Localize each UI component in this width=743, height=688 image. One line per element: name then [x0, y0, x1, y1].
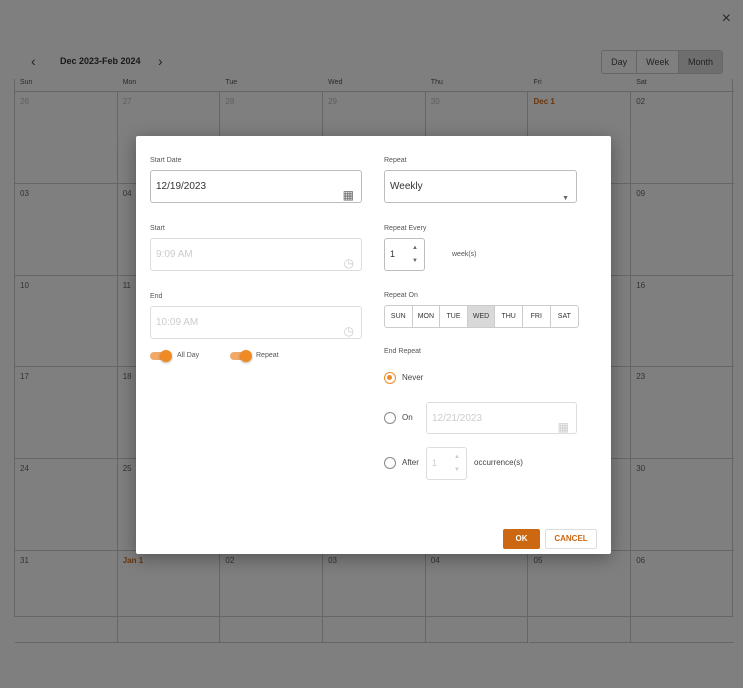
on-radio[interactable]	[384, 412, 396, 424]
chevron-down-icon: ▼	[562, 195, 569, 202]
start-date-value: 12/19/2023	[156, 181, 207, 192]
never-radio[interactable]	[384, 372, 396, 384]
end-time-value: 10:09 AM	[156, 317, 199, 328]
day-fri-button[interactable]: FRI	[523, 306, 551, 327]
end-repeat-label: End Repeat	[384, 348, 421, 355]
repeat-on-label: Repeat On	[384, 292, 418, 299]
never-label: Never	[402, 373, 424, 382]
decrement-icon[interactable]: ▼	[412, 258, 418, 264]
calendar-icon[interactable]: ▦	[343, 180, 354, 211]
repeat-select[interactable]: Weekly ▼	[384, 170, 577, 203]
after-occurrence-stepper[interactable]: 1 ▲ ▼	[426, 447, 467, 480]
on-date-field[interactable]: 12/21/2023 ▦	[426, 402, 577, 434]
toggle-knob	[240, 350, 252, 362]
on-date-value: 12/21/2023	[432, 413, 483, 424]
ok-button[interactable]: OK	[503, 529, 540, 549]
start-date-label: Start Date	[150, 157, 182, 164]
repeat-every-stepper[interactable]: 1 ▲ ▼	[384, 238, 425, 271]
all-day-label: All Day	[177, 352, 200, 359]
end-time-field[interactable]: 10:09 AM ◷	[150, 306, 362, 339]
repeat-every-label: Repeat Every	[384, 225, 427, 232]
start-date-field[interactable]: 12/19/2023 ▦	[150, 170, 362, 203]
start-time-field[interactable]: 9:09 AM ◷	[150, 238, 362, 271]
day-sun-button[interactable]: SUN	[385, 306, 413, 327]
repeat-toggle-label: Repeat	[256, 352, 279, 359]
repeat-toggle[interactable]	[230, 350, 252, 362]
on-label: On	[402, 413, 413, 422]
day-mon-button[interactable]: MON	[413, 306, 441, 327]
end-time-label: End	[150, 293, 163, 300]
repeat-every-unit: week(s)	[452, 251, 477, 258]
calendar-icon: ▦	[557, 420, 569, 434]
increment-icon[interactable]: ▲	[454, 454, 460, 460]
decrement-icon[interactable]: ▼	[454, 467, 460, 473]
after-label: After	[402, 458, 419, 467]
after-radio[interactable]	[384, 457, 396, 469]
repeat-value: Weekly	[390, 181, 423, 192]
repeat-label: Repeat	[384, 157, 407, 164]
toggle-knob	[160, 350, 172, 362]
all-day-toggle[interactable]	[150, 350, 172, 362]
repeat-on-days: SUN MON TUE WED THU FRI SAT	[384, 305, 580, 328]
occurrence-label: occurrence(s)	[474, 458, 523, 467]
day-sat-button[interactable]: SAT	[551, 306, 579, 327]
start-time-value: 9:09 AM	[156, 249, 193, 260]
repeat-every-value: 1	[390, 249, 396, 259]
after-value: 1	[432, 458, 438, 468]
recurrence-dialog: Start Date 12/19/2023 ▦ Start 9:09 AM ◷ …	[136, 136, 611, 554]
increment-icon[interactable]: ▲	[412, 245, 418, 251]
start-time-label: Start	[150, 225, 165, 232]
day-thu-button[interactable]: THU	[495, 306, 523, 327]
day-tue-button[interactable]: TUE	[440, 306, 468, 327]
day-wed-button[interactable]: WED	[467, 306, 496, 327]
cancel-button[interactable]: CANCEL	[545, 529, 597, 549]
clock-icon: ◷	[343, 256, 354, 270]
clock-icon: ◷	[343, 324, 354, 338]
